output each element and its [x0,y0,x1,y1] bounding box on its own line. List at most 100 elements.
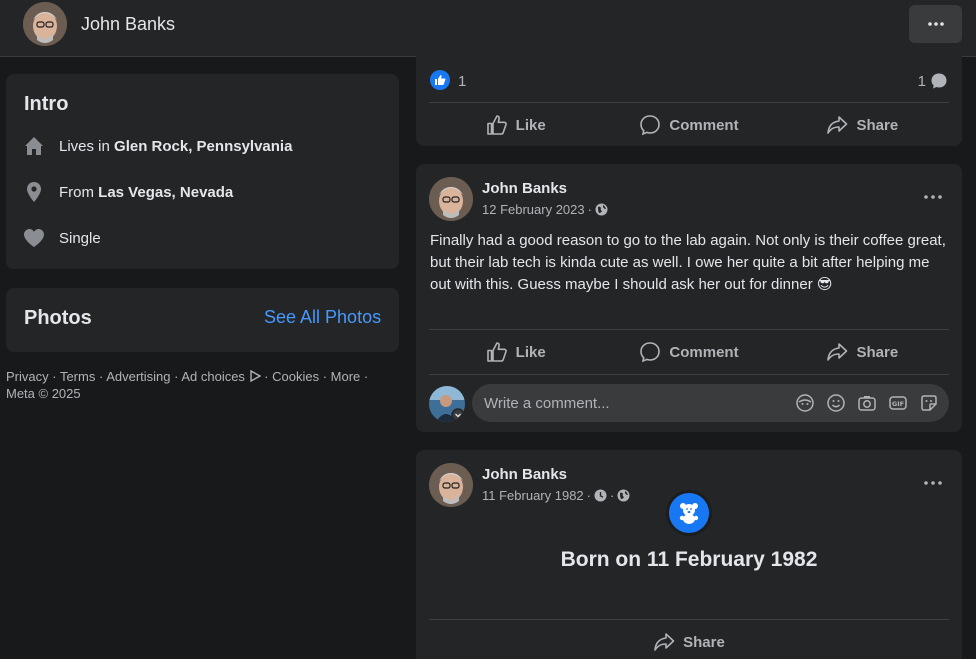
post-meta: 12 February 2023 · [482,202,608,217]
post-card: John Banks 11 February 1982 · · Born on … [416,450,962,659]
see-all-photos-link[interactable]: See All Photos [264,307,381,328]
author-avatar[interactable] [429,177,473,221]
emoji-icon[interactable] [826,393,846,413]
share-icon [827,343,848,361]
comment-input[interactable] [484,384,784,422]
clock-icon [594,489,607,502]
footer-copyright: Meta © 2025 [6,386,81,401]
like-button[interactable]: Like [429,332,602,372]
comment-bubble-icon [931,73,947,89]
post-options-button[interactable] [924,472,942,489]
post-divider [429,374,949,375]
location-pin-icon [23,181,45,203]
sunglasses-emoji: 😎 [816,276,833,293]
intro-card: Intro Lives in Glen Rock, Pennsylvania F… [6,74,399,269]
globe-icon [595,203,608,216]
post-date[interactable]: 11 February 1982 [482,488,584,503]
profile-name: John Banks [81,14,176,34]
comment-count[interactable]: 1 [918,72,948,90]
gif-icon[interactable]: GIF [888,393,908,413]
intro-item-value: Single [59,229,101,247]
photos-title: Photos [24,307,92,329]
footer-link-ad-choices[interactable]: Ad choices [181,369,245,384]
comment-button[interactable]: Comment [602,332,775,372]
post-actions: Like Comment Share [429,105,949,145]
share-button[interactable]: Share [776,332,949,372]
profile-avatar[interactable] [23,2,67,46]
post-divider [429,102,949,103]
intro-item-prefix: From [59,183,94,201]
avatar-photo-icon [429,463,473,507]
like-reaction-icon[interactable] [430,70,450,90]
share-label: Share [683,633,725,651]
like-button[interactable]: Like [429,105,602,145]
footer-link-privacy[interactable]: Privacy [6,369,49,384]
comment-composer: GIF [429,384,949,422]
post-actions: Like Comment Share [429,332,949,372]
profile-header-bar: John Banks [0,0,976,57]
teddy-bear-icon [666,490,712,536]
avatar-photo-icon [23,2,67,46]
share-icon [654,633,675,651]
comment-box: GIF [472,384,949,422]
more-dots-icon [927,22,944,26]
intro-item-relationship: Single [23,226,101,250]
camera-icon[interactable] [857,393,877,413]
intro-item-value[interactable]: Glen Rock, Pennsylvania [114,138,292,155]
sticker-icon[interactable] [919,393,939,413]
comment-icon [640,342,661,363]
like-label: Like [515,343,546,361]
intro-item-from: From Las Vegas, Nevada [23,180,233,204]
footer-links: Privacy · Terms · Advertising · Ad choic… [6,369,369,401]
footer-link-more[interactable]: More [331,369,361,384]
post-divider [429,329,949,330]
post-author[interactable]: John Banks [482,180,567,197]
avatar-sticker-icon[interactable] [795,393,815,413]
comment-label: Comment [669,343,739,361]
post-body: Finally had a good reason to go to the l… [430,232,946,293]
post-meta: 11 February 1982 · · [482,488,630,503]
intro-item-lives-in: Lives in Glen Rock, Pennsylvania [23,134,292,158]
svg-text:GIF: GIF [892,400,904,408]
thumbs-up-icon [486,342,507,362]
thumbs-up-icon [486,115,507,135]
heart-icon [23,227,45,249]
more-dots-icon [924,481,942,485]
reaction-count[interactable]: 1 [458,73,466,90]
post-text: Finally had a good reason to go to the l… [430,230,950,296]
ad-choices-icon [249,369,262,383]
comment-count-value: 1 [917,72,926,90]
life-event-title: Born on 11 February 1982 [560,548,818,571]
footer-link-advertising[interactable]: Advertising [106,369,170,384]
like-label: Like [515,116,546,134]
share-icon [827,116,848,134]
footer-link-cookies[interactable]: Cookies [272,369,319,384]
post-reaction-counts: 1 1 [430,70,948,92]
globe-icon [617,489,630,502]
share-label: Share [856,116,899,134]
intro-item-prefix: Lives in [59,137,110,155]
photos-card: Photos See All Photos [6,288,399,352]
viewer-avatar[interactable] [429,386,465,422]
intro-item-value[interactable]: Las Vegas, Nevada [98,184,233,201]
intro-title: Intro [24,93,69,115]
comment-button[interactable]: Comment [602,105,775,145]
profile-more-button[interactable] [909,5,962,43]
comment-icon [640,115,661,136]
share-button[interactable]: Share [776,105,949,145]
post-actions: Share [429,622,949,659]
post-author[interactable]: John Banks [482,466,567,483]
post-divider [429,619,949,620]
comment-tools: GIF [795,393,939,413]
author-avatar[interactable] [429,463,473,507]
more-dots-icon [924,195,942,199]
share-button[interactable]: Share [429,622,949,659]
home-icon [23,135,45,157]
comment-label: Comment [669,116,739,134]
share-label: Share [856,343,899,361]
viewer-photo-icon [429,386,465,422]
post-options-button[interactable] [924,186,942,203]
post-date[interactable]: 12 February 2023 [482,202,585,217]
post-card: 1 1 Like Comment Share [416,56,962,146]
footer-link-terms[interactable]: Terms [60,369,95,384]
